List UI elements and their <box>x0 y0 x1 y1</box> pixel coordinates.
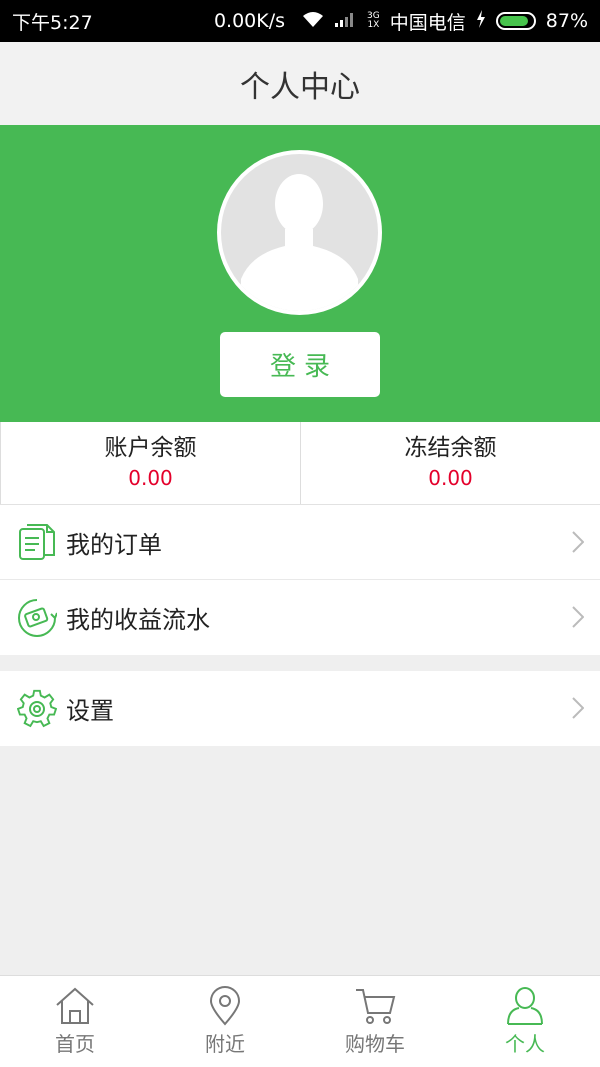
tab-label: 购物车 <box>345 1032 405 1056</box>
menu-item-label: 设置 <box>66 697 114 725</box>
charging-icon <box>476 9 486 33</box>
network-speed: 0.00K/s <box>213 10 286 32</box>
wifi-icon <box>301 10 325 33</box>
title-bar: 个人中心 <box>0 42 600 125</box>
money-icon <box>16 597 58 639</box>
profile-header: 登录 <box>0 125 600 422</box>
menu-group-settings: 设置 <box>0 671 600 746</box>
tab-label: 首页 <box>55 1032 95 1056</box>
menu-item-label: 我的收益流水 <box>66 606 210 634</box>
balance-panel: 账户余额 0.00 冻结余额 0.00 <box>0 422 600 505</box>
battery-icon <box>495 12 536 30</box>
chevron-right-icon <box>572 697 585 723</box>
menu-item-orders[interactable]: 我的订单 <box>0 505 600 580</box>
tab-home[interactable]: 首页 <box>0 976 150 1067</box>
battery-percent: 87% <box>545 10 588 32</box>
tab-nearby[interactable]: 附近 <box>150 976 300 1067</box>
menu-item-settings[interactable]: 设置 <box>0 671 600 746</box>
gear-icon <box>16 688 58 730</box>
tab-cart[interactable]: 购物车 <box>300 976 450 1067</box>
tab-label: 个人 <box>505 1032 545 1056</box>
avatar[interactable] <box>217 150 382 315</box>
balance-label: 冻结余额 <box>404 435 497 461</box>
page-title: 个人中心 <box>240 69 360 105</box>
default-avatar-icon <box>241 174 358 311</box>
chevron-right-icon <box>572 531 585 557</box>
person-icon <box>503 986 547 1026</box>
cart-icon <box>353 986 397 1026</box>
menu-group-account: 我的订单 我的收益流水 <box>0 505 600 655</box>
network-type: 3G 1X <box>367 11 380 30</box>
status-bar: 下午5:27 0.00K/s 3G 1X 中国电信 87% <box>0 0 600 42</box>
menu-item-earnings[interactable]: 我的收益流水 <box>0 580 600 655</box>
balance-value: 0.00 <box>428 466 473 490</box>
document-icon <box>16 521 58 563</box>
location-pin-icon <box>203 986 247 1026</box>
chevron-right-icon <box>572 606 585 632</box>
menu-item-label: 我的订单 <box>66 530 162 559</box>
carrier-name: 中国电信 <box>389 11 466 34</box>
account-balance[interactable]: 账户余额 0.00 <box>0 422 300 504</box>
login-button[interactable]: 登录 <box>220 332 380 397</box>
status-time: 下午5:27 <box>12 11 93 34</box>
signal-icon <box>335 10 357 32</box>
tab-label: 附近 <box>205 1032 245 1056</box>
balance-label: 账户余额 <box>104 435 197 461</box>
home-icon <box>53 986 97 1026</box>
balance-value: 0.00 <box>128 466 173 490</box>
tab-profile[interactable]: 个人 <box>450 976 600 1067</box>
bottom-tab-bar: 首页 附近 购物车 个人 <box>0 975 600 1067</box>
frozen-balance[interactable]: 冻结余额 0.00 <box>300 422 600 504</box>
